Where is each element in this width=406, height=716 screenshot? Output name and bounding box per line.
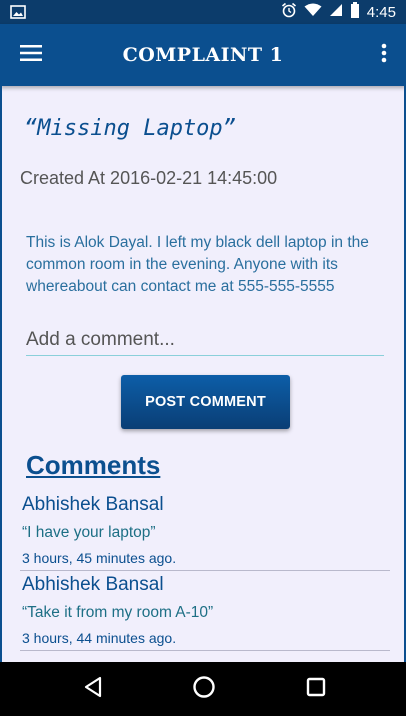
comment-author: Abhishek Bansal [22,494,164,515]
comment-input[interactable] [26,324,384,356]
comments-heading: Comments [26,450,161,480]
navigation-bar [0,662,406,716]
status-bar: 4:45 [0,0,406,24]
created-at: Created At 2016-02-21 14:45:00 [20,168,278,188]
post-comment-button[interactable]: POST COMMENT [121,375,290,429]
complaint-detail: “Missing Laptop” Created At 2016-02-21 1… [0,86,406,662]
alarm-icon [281,2,297,23]
comment-item: Abhishek Bansal “Take it from my room A-… [20,574,390,651]
comment-time: 3 hours, 45 minutes ago. [22,550,177,566]
image-icon [10,4,26,20]
comment-author: Abhishek Bansal [22,574,164,595]
complaint-title: “Missing Laptop” [24,116,236,141]
back-button[interactable] [79,675,107,703]
comment-text: “I have your laptop” [22,524,156,541]
home-button[interactable] [190,675,218,703]
overflow-menu-button[interactable] [374,41,394,69]
signal-icon [329,3,343,22]
recents-icon [306,677,326,702]
wifi-icon [304,3,322,22]
comment-time: 3 hours, 44 minutes ago. [22,630,177,646]
status-time: 4:45 [366,3,396,21]
back-icon [82,676,104,703]
app-bar: Complaint 1 [0,24,406,86]
comment-text: “Take it from my room A-10” [22,604,214,621]
recents-button[interactable] [302,675,330,703]
page-title: Complaint 1 [122,44,284,66]
comment-item: Abhishek Bansal “I have your laptop” 3 h… [20,494,390,571]
battery-icon [350,1,360,23]
complaint-description: This is Alok Dayal. I left my black dell… [26,234,369,295]
overflow-menu-icon [381,43,387,68]
home-icon [192,675,216,704]
